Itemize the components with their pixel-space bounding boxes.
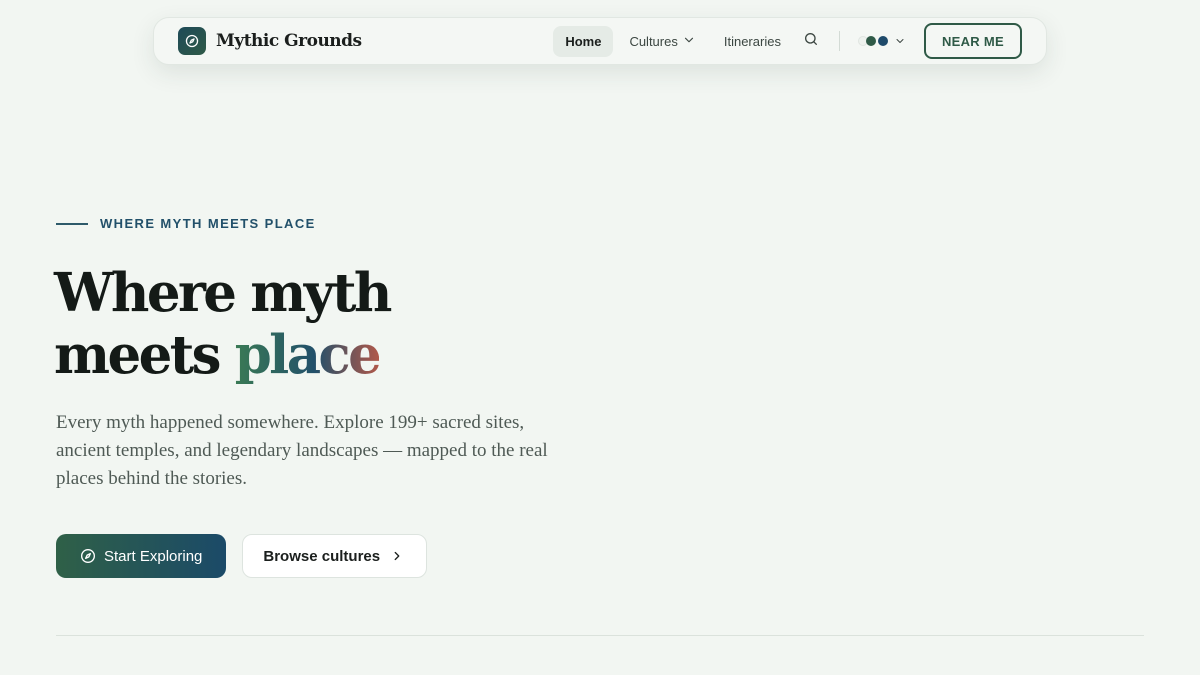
browse-cultures-button[interactable]: Browse cultures: [242, 534, 428, 578]
brand-name: Mythic Grounds: [216, 31, 362, 51]
nav-links: Home Cultures Itineraries NEAR ME: [553, 23, 1022, 59]
hero-eyebrow: WHERE MYTH MEETS PLACE: [56, 216, 316, 231]
chevron-down-icon: [682, 33, 696, 50]
browse-cultures-label: Browse cultures: [263, 547, 381, 565]
eyebrow-text: WHERE MYTH MEETS PLACE: [100, 216, 316, 231]
nav-link-itineraries[interactable]: Itineraries: [712, 26, 793, 57]
nav-link-cultures-label: Cultures: [629, 33, 678, 49]
top-nav: Mythic Grounds Home Cultures Itineraries: [153, 17, 1047, 65]
compass-icon: [178, 27, 206, 55]
compass-icon: [80, 548, 96, 564]
search-icon: [803, 31, 819, 52]
theme-switcher[interactable]: [854, 31, 910, 51]
theme-dot-blue: [877, 36, 888, 46]
chevron-right-icon: [390, 549, 404, 563]
hero-headline: Where myth meets place: [54, 262, 392, 386]
headline-accent: place: [234, 324, 382, 386]
start-exploring-button[interactable]: Start Exploring: [56, 534, 227, 578]
theme-dot-green: [865, 36, 876, 46]
hero-cta-row: Start Exploring Browse cultures: [56, 534, 428, 578]
headline-line-1: Where myth: [54, 262, 392, 324]
nav-link-cultures[interactable]: Cultures: [617, 25, 707, 58]
hero-description: Every myth happened somewhere. Explore 1…: [56, 412, 548, 489]
brand-link[interactable]: Mythic Grounds: [178, 27, 362, 55]
search-button[interactable]: [797, 27, 825, 55]
near-me-button[interactable]: NEAR ME: [923, 23, 1022, 59]
eyebrow-line: [56, 222, 88, 225]
nav-link-home-label: Home: [565, 33, 602, 49]
nav-link-home[interactable]: Home: [553, 25, 614, 57]
headline-line-2: meets: [54, 324, 235, 386]
nav-divider: [838, 31, 840, 51]
chevron-down-icon: [894, 35, 906, 47]
start-exploring-label: Start Exploring: [104, 547, 203, 565]
section-divider: [56, 635, 1144, 636]
nav-link-itineraries-label: Itineraries: [723, 33, 781, 49]
landing-page: Mythic Grounds Home Cultures Itineraries: [0, 0, 1200, 675]
